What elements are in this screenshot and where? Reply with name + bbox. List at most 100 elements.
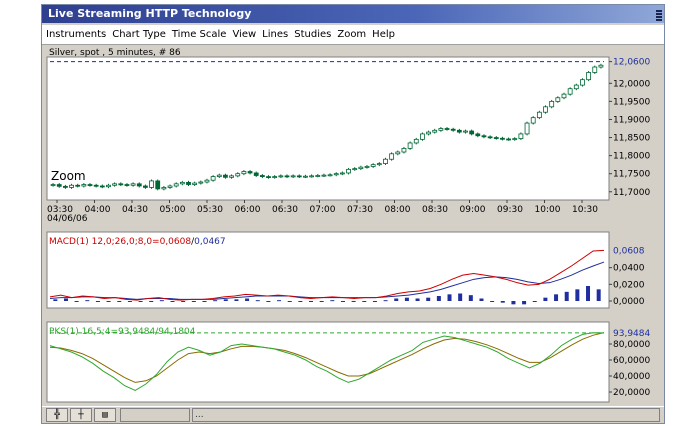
candle-body [296, 175, 302, 178]
candle-body [241, 171, 247, 175]
candle-body [87, 184, 93, 186]
macd-label: MACD(1) 12,0;26,0;8,0=0,0608/0,0467 [49, 237, 226, 247]
candle-body [456, 129, 462, 133]
candle-body [376, 163, 382, 166]
menu-studies[interactable]: Studies [294, 29, 331, 40]
candle-body [192, 182, 198, 185]
menu-lines[interactable]: Lines [262, 29, 288, 40]
macd-histogram-bar [298, 301, 303, 302]
macd-histogram-bar [426, 297, 431, 301]
candle-body [69, 184, 74, 188]
macd-histogram-bar [223, 299, 228, 301]
candle-body [106, 184, 111, 188]
menu-zoom[interactable]: Zoom [337, 29, 366, 40]
macd-histogram-bar [277, 300, 282, 302]
candle-body [309, 175, 315, 178]
candle-body [586, 72, 592, 81]
candle-body [198, 181, 204, 184]
macd-histogram-bar [191, 301, 196, 302]
macd-histogram-bar [213, 300, 218, 302]
candle-body [561, 93, 567, 99]
candle-body [50, 184, 56, 186]
menu-chart-type[interactable]: Chart Type [112, 29, 166, 40]
candle-body [81, 184, 87, 187]
candle-body [216, 174, 222, 177]
candle-body [475, 133, 481, 137]
chart-canvas[interactable]: Silver, spot , 5 minutes, # 86 Zoom 12,0… [42, 46, 664, 404]
app-window: Live Streaming HTTP Technology Instrumen… [41, 4, 665, 424]
pks-label: PKS(1) 16,5;4=93,9484/94,1804 [49, 327, 196, 337]
macd-histogram-bar [245, 298, 250, 301]
candle-body [438, 128, 444, 131]
candle-body [253, 172, 259, 176]
macd-histogram-bar [85, 300, 90, 302]
candle-body [155, 180, 161, 190]
candle-body [210, 176, 216, 181]
grip-icon[interactable] [656, 10, 662, 21]
candle-body [370, 164, 376, 167]
print-icon[interactable]: ▤ [94, 408, 116, 422]
macd-label-red: 0,0608 [160, 237, 192, 247]
macd-histogram-bar [74, 301, 79, 302]
pks-last-value: 93,9484 [613, 329, 650, 339]
macd-histogram-bar [149, 301, 154, 302]
chart-area: Silver, spot , 5 minutes, # 86 Zoom 12,0… [42, 46, 664, 404]
candle-body [420, 133, 425, 140]
time-tick-label: 05:00 [160, 205, 186, 215]
candle-body [512, 138, 518, 141]
status-field-1 [120, 408, 190, 422]
price-tick-label: 12,0000 [613, 79, 650, 89]
macd-histogram-bar [575, 289, 580, 301]
candle-body [130, 183, 136, 186]
price-tick-label: 11,8000 [613, 152, 650, 162]
macd-tick-label: 0,0200 [613, 280, 645, 290]
macd-histogram-bar [159, 300, 164, 302]
candle-body [543, 106, 548, 113]
candle-body [229, 175, 234, 178]
menu-time-scale[interactable]: Time Scale [172, 29, 227, 40]
menu-help[interactable]: Help [372, 29, 395, 40]
macd-histogram-bar [532, 301, 537, 302]
macd-last-value: 0,0608 [613, 246, 645, 256]
candle-body [56, 184, 62, 187]
macd-histogram-bar [340, 301, 345, 302]
candle-body [259, 175, 265, 177]
zoom-label[interactable]: Zoom [51, 169, 86, 183]
candle-body [272, 176, 278, 178]
time-tick-label: 04:30 [122, 205, 148, 215]
macd-tick-label: 0,0000 [613, 297, 645, 307]
price-panel-title: Silver, spot , 5 minutes, # 86 [49, 48, 181, 58]
candle-body [493, 137, 499, 139]
title-bar[interactable]: Live Streaming HTTP Technology [42, 5, 664, 23]
candle-body [186, 181, 191, 185]
macd-histogram-bar [586, 286, 591, 301]
candle-body [487, 136, 493, 139]
macd-histogram-bar [138, 301, 143, 302]
candle-body [395, 151, 401, 155]
candle-body [247, 171, 253, 174]
candle-body [346, 168, 351, 174]
candle-body [93, 184, 99, 187]
horizontal-line-icon[interactable]: ┼ [70, 408, 92, 422]
macd-histogram-bar [53, 299, 58, 301]
candle-body [463, 130, 468, 133]
time-tick-label: 05:30 [197, 205, 223, 215]
candle-body [143, 185, 148, 188]
candle-body [364, 166, 370, 168]
macd-histogram-bar [543, 297, 548, 301]
macd-histogram-bar [127, 301, 132, 302]
macd-histogram-bar [522, 301, 527, 305]
time-tick-label: 10:00 [535, 205, 561, 215]
macd-histogram-bar [330, 300, 335, 302]
macd-histogram-bar [319, 301, 324, 302]
crosshair-icon[interactable]: ╬ [46, 408, 68, 422]
time-tick-label: 06:00 [235, 205, 261, 215]
candle-body [333, 173, 339, 176]
candle-body [303, 175, 308, 178]
candle-body [549, 100, 555, 108]
menu-view[interactable]: View [232, 29, 256, 40]
candle-body [450, 128, 456, 131]
macd-histogram-bar [170, 301, 175, 302]
candle-body [223, 174, 228, 178]
menu-instruments[interactable]: Instruments [46, 29, 106, 40]
